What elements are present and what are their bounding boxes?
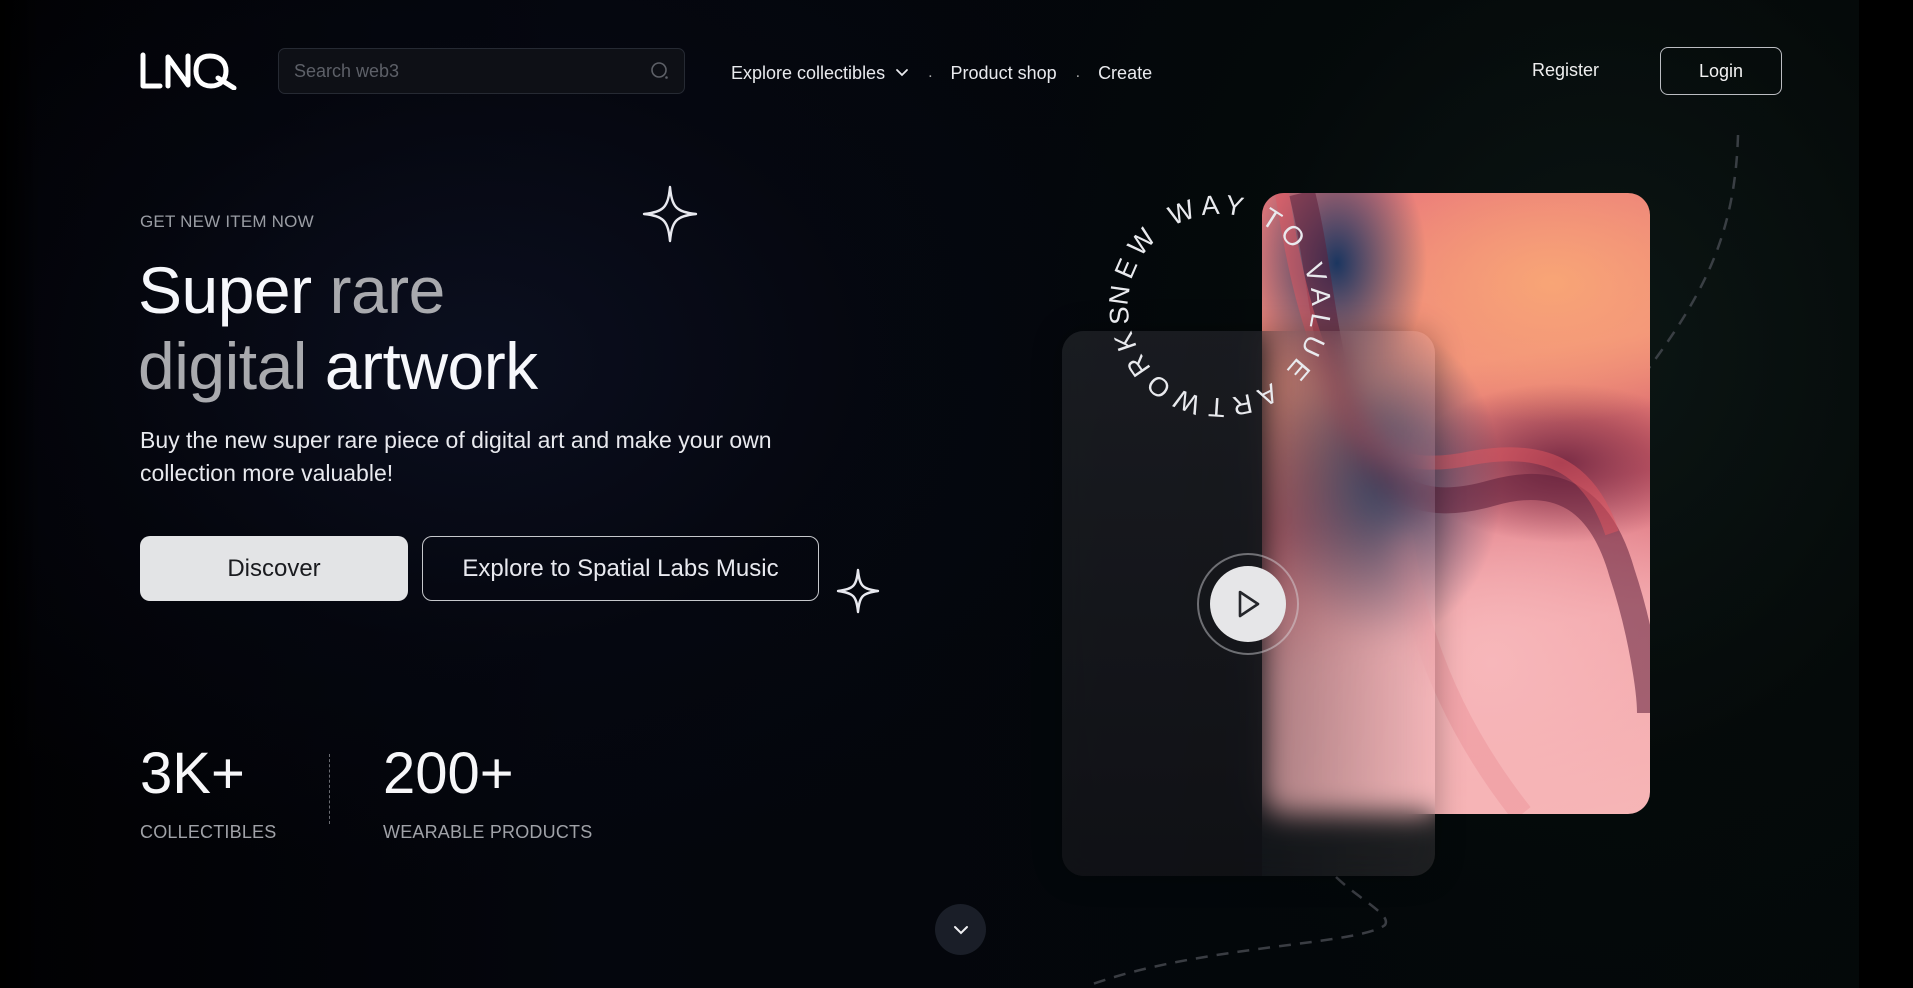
nav-explore-collectibles-label: Explore collectibles (731, 62, 886, 83)
brand-logo[interactable]: LNQ (140, 52, 242, 90)
search-icon[interactable] (650, 61, 670, 81)
scroll-down-button[interactable] (935, 904, 986, 955)
chevron-down-icon (953, 925, 968, 934)
chevron-down-icon (896, 69, 908, 77)
search-input[interactable] (294, 60, 650, 82)
nav-product-shop-label: Product shop (950, 62, 1057, 83)
headline-word-rare: rare (329, 253, 445, 327)
nav-create[interactable]: Create (1098, 63, 1152, 84)
headline-word-super: Super (138, 253, 312, 327)
circular-text-path: NEW WAY TO VALUE ARTWORKS. (1100, 186, 1330, 423)
left-edge-shade (0, 0, 40, 988)
nav-separator: . (928, 64, 933, 81)
stat-collectibles: 3K+ COLLECTIBLES (140, 742, 276, 843)
stat-label: COLLECTIBLES (140, 822, 277, 842)
right-edge-bar (1859, 0, 1913, 988)
hero-eyebrow: GET NEW ITEM NOW (140, 212, 314, 231)
play-button[interactable] (1210, 566, 1286, 642)
headline-word-digital: digital (138, 329, 307, 403)
stat-value: 3K+ (140, 741, 245, 806)
login-button[interactable]: Login (1660, 47, 1782, 95)
explore-spatial-labs-button[interactable]: Explore to Spatial Labs Music (422, 536, 819, 601)
hero-subtitle: Buy the new super rare piece of digital … (140, 427, 772, 486)
main-nav: Explore collectibles . Product shop . Cr… (731, 60, 1152, 86)
sparkle-icon (836, 568, 880, 614)
circular-badge-text: NEW WAY TO VALUE ARTWORKS. (1100, 186, 1337, 423)
play-icon (1238, 590, 1260, 618)
search-box[interactable] (278, 48, 685, 94)
headline-word-artwork: artwork (324, 329, 538, 403)
stat-value: 200+ (383, 741, 514, 806)
sparkle-icon (642, 185, 698, 243)
stat-wearable-products: 200+ WEARABLE PRODUCTS (383, 742, 592, 843)
nav-product-shop[interactable]: Product shop (951, 63, 1057, 84)
discover-button[interactable]: Discover (140, 536, 408, 601)
stat-divider (329, 754, 330, 824)
hero-headline: Super rare digital artwork (138, 252, 538, 404)
register-link[interactable]: Register (1532, 60, 1599, 81)
svg-text:NEW WAY TO VALUE ARTWORKS.: NEW WAY TO VALUE ARTWORKS. (1100, 186, 1337, 423)
nav-create-label: Create (1098, 62, 1153, 83)
stat-label: WEARABLE PRODUCTS (383, 822, 593, 842)
nav-separator: . (1075, 64, 1081, 81)
nav-explore-collectibles[interactable]: Explore collectibles (731, 63, 909, 84)
